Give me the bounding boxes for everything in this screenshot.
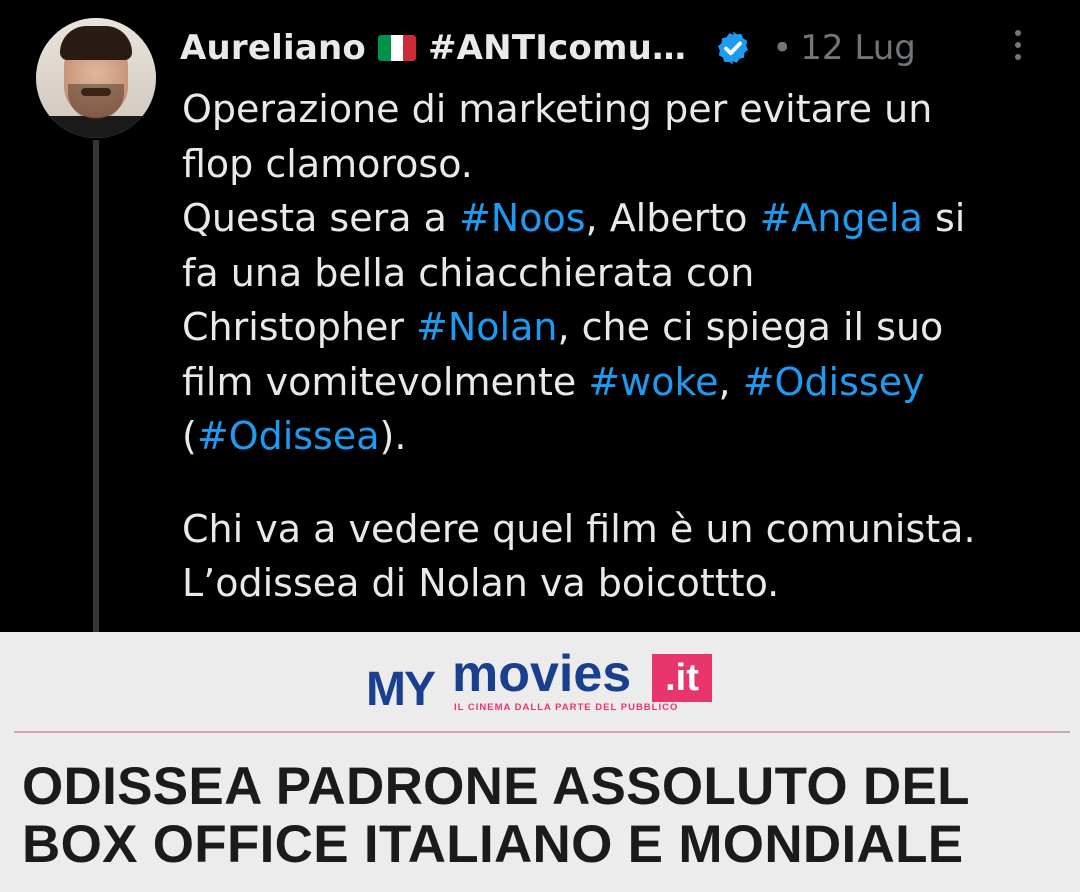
avatar[interactable] [36,18,156,138]
tweet-text-line: L’odissea di Nolan va boicottto. [182,561,780,605]
tweet-text-line: Chi va a vedere quel film è un comunista… [182,506,976,551]
logo-my: MY [366,663,436,716]
headline-line: ODISSEA PADRONE ASSOLUTO DEL [22,757,970,816]
hashtag-link[interactable]: #Odissea [197,414,380,458]
more-options-icon[interactable] [1012,30,1024,70]
tweet-text-line: fa una bella chiacchierata con [182,250,755,295]
verified-badge-icon [718,31,749,65]
tweet-text-line: Questa sera a #Noos, Alberto #Angela si [182,196,966,240]
hashtag-link[interactable]: #Nolan [416,305,557,349]
hashtag-link[interactable]: #woke [588,360,718,404]
tweet-text-line: Christopher #Nolan, che ci spiega il suo [182,305,944,349]
hashtag-link[interactable]: #Odissey [743,360,925,404]
headline: ODISSEA PADRONE ASSOLUTO DEL BOX OFFICE … [22,758,1072,874]
logo-it: .it [652,654,712,702]
tweet: Aureliano #ANTIcomu… • 12 Lug Operazione… [0,0,1080,632]
divider [14,731,1070,733]
tweet-header: Aureliano #ANTIcomu… • 12 Lug [180,20,916,76]
hashtag-link[interactable]: #Noos [459,196,586,240]
separator-dot: • [772,28,793,68]
tweet-date[interactable]: 12 Lug [800,28,916,68]
tweet-text-line: (#Odissea). [182,414,407,458]
tweet-text: Operazione di marketing per evitare un f… [182,82,1062,611]
tweet-text-line: flop clamoroso. [182,141,473,186]
tweet-text-line: Operazione di marketing per evitare un [182,87,933,131]
thread-line [93,140,99,632]
logo-movies: movies [452,645,632,703]
logo-tagline: IL CINEMA DALLA PARTE DEL PUBBLICO [454,702,679,713]
italy-flag-icon [377,35,416,61]
hashtag-link[interactable]: #Angela [760,196,923,240]
headline-line: BOX OFFICE ITALIANO E MONDIALE [22,815,964,874]
author-name[interactable]: Aureliano [180,28,366,68]
tweet-text-line: film vomitevolmente #woke, #Odissey [182,359,925,404]
author-name-hashtag[interactable]: #ANTIcomu… [428,28,686,68]
